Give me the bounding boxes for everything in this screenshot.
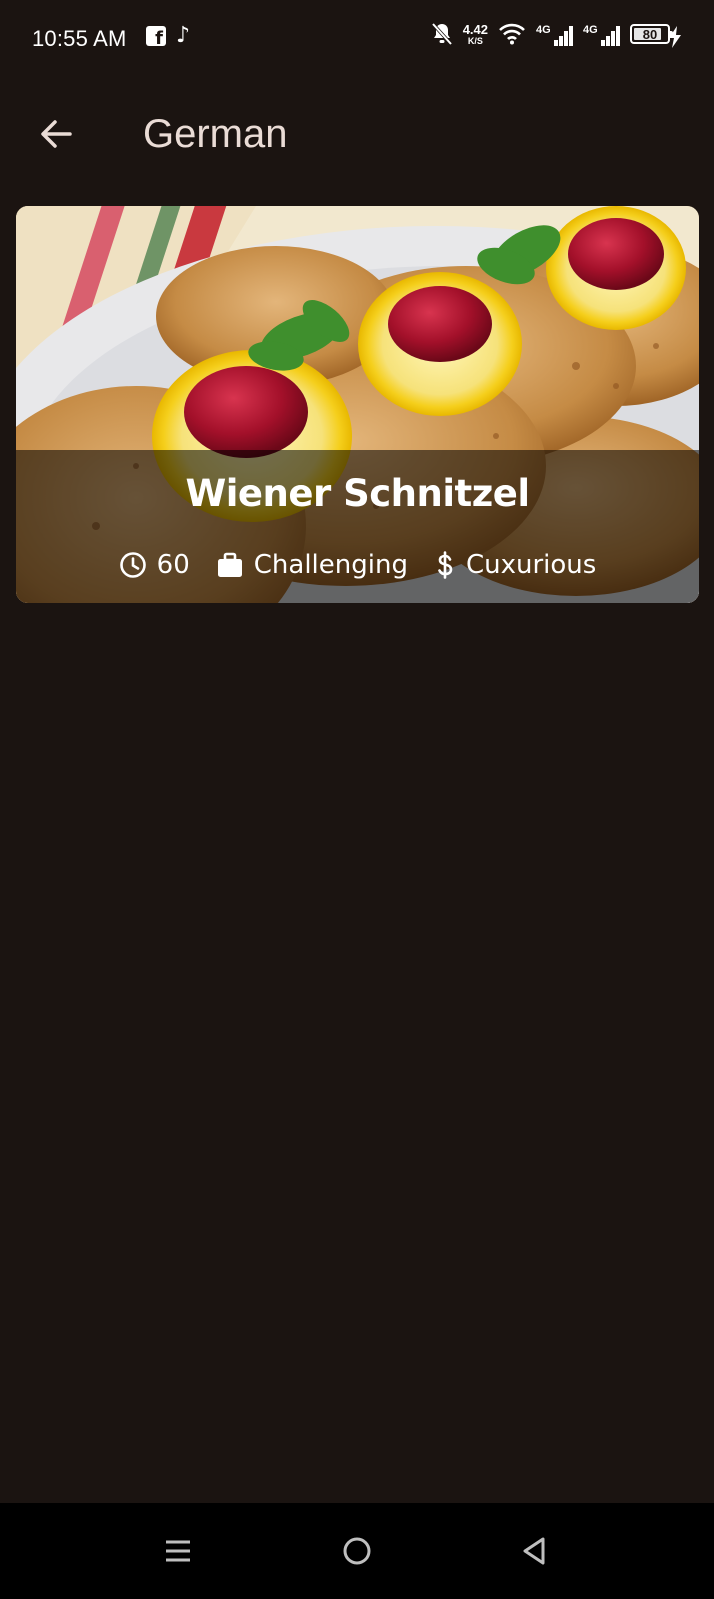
signal-icon-2: 4G bbox=[583, 22, 620, 46]
meal-meta: 60 Challenging Cuxurious bbox=[16, 550, 699, 580]
meal-card[interactable]: Wiener Schnitzel 60 Challenging Cuxuriou… bbox=[16, 206, 699, 603]
wifi-icon bbox=[499, 23, 525, 45]
screen: 10:55 AM ♪ 4.42 K/S 4G bbox=[0, 0, 714, 1599]
system-nav-bar bbox=[0, 1503, 714, 1599]
speed-unit: K/S bbox=[467, 35, 483, 46]
arrow-left-icon bbox=[41, 120, 72, 148]
tiktok-icon: ♪ bbox=[176, 23, 191, 48]
meal-duration: 60 bbox=[119, 550, 190, 580]
menu-icon bbox=[166, 1540, 190, 1562]
meal-duration-value: 60 bbox=[156, 550, 190, 580]
meal-complexity: Challenging bbox=[216, 550, 408, 580]
network-speed: 4.42 K/S bbox=[463, 23, 488, 46]
notification-icons: ♪ bbox=[146, 23, 191, 49]
facebook-icon bbox=[146, 26, 166, 49]
briefcase-icon bbox=[217, 552, 242, 577]
app-bar: German bbox=[0, 80, 714, 190]
home-button[interactable] bbox=[337, 1533, 377, 1569]
page-title: German bbox=[143, 112, 288, 156]
status-bar: 10:55 AM ♪ 4.42 K/S 4G bbox=[0, 0, 714, 80]
network-type-2: 4G bbox=[583, 24, 598, 36]
meal-affordability: Cuxurious bbox=[434, 550, 596, 580]
triangle-back-icon bbox=[523, 1537, 545, 1565]
signal-icon: 4G bbox=[536, 22, 573, 46]
charging-icon bbox=[669, 26, 681, 48]
network-type-1: 4G bbox=[536, 24, 551, 36]
battery-level: 80 bbox=[642, 26, 658, 42]
circle-icon bbox=[343, 1537, 371, 1565]
battery-icon: 80 bbox=[630, 24, 673, 44]
status-right-icons: 4.42 K/S 4G 4G 80 bbox=[431, 22, 673, 46]
meal-affordability-value: Cuxurious bbox=[465, 550, 597, 580]
back-nav-button[interactable] bbox=[514, 1533, 554, 1569]
meal-title: Wiener Schnitzel bbox=[185, 472, 530, 515]
status-time: 10:55 AM bbox=[32, 26, 127, 51]
meal-complexity-value: Challenging bbox=[253, 550, 408, 580]
speed-value: 4.42 bbox=[462, 21, 488, 37]
dollar-icon bbox=[438, 551, 453, 579]
bell-off-icon bbox=[431, 22, 452, 46]
clock-icon bbox=[119, 552, 146, 578]
recent-apps-button[interactable] bbox=[158, 1533, 198, 1569]
back-button[interactable] bbox=[24, 102, 88, 166]
